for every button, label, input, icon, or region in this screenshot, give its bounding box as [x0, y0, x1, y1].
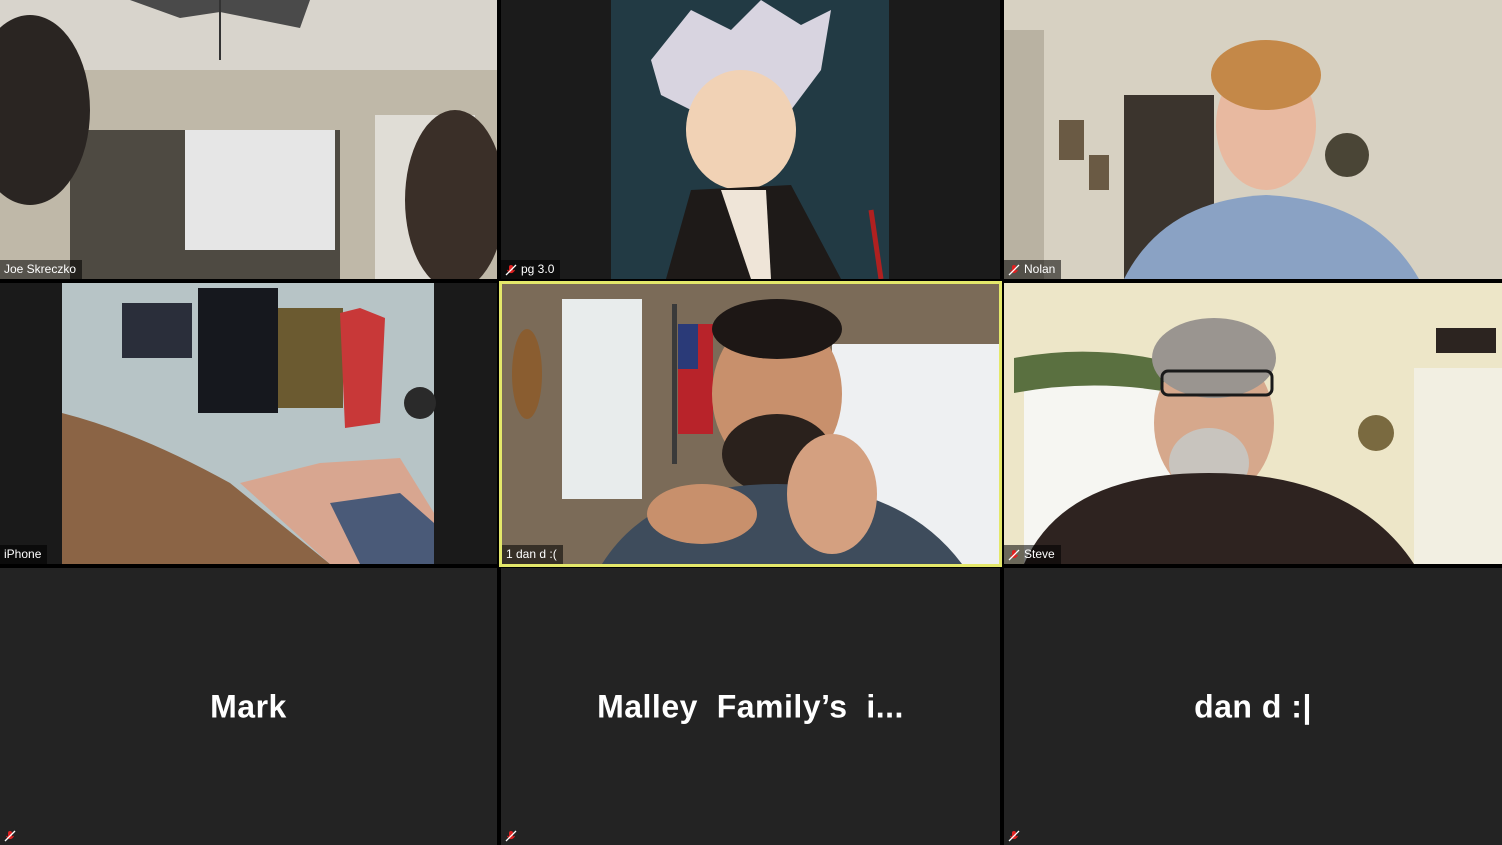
video-tile-steve[interactable]: Steve [1004, 283, 1502, 564]
participant-name-label: Nolan [1004, 260, 1062, 279]
participant-name: Joe Skreczko [4, 262, 77, 276]
participant-name-label: 1 dan d :( [502, 545, 563, 564]
video-feed [1004, 283, 1502, 564]
video-feed [502, 284, 999, 564]
participant-name: 1 dan d :( [506, 547, 557, 561]
video-off-tile-mark[interactable]: Mark [0, 568, 497, 845]
microphone-muted-icon [1008, 549, 1020, 560]
video-off-tile-malley-family[interactable]: Malley Family’s i... [501, 568, 1000, 845]
participant-name: iPhone [4, 547, 42, 561]
video-off-tile-dan-d[interactable]: dan d :| [1004, 568, 1502, 845]
video-feed [1004, 0, 1502, 279]
participant-name-display: Malley Family’s i... [597, 688, 904, 724]
participant-name-display: Mark [210, 688, 287, 724]
participant-name-label: Steve [1004, 545, 1061, 564]
participant-name: Steve [1024, 547, 1055, 561]
video-tile-nolan[interactable]: Nolan [1004, 0, 1502, 279]
microphone-muted-icon [1008, 830, 1020, 842]
participant-name-label: iPhone [0, 545, 48, 564]
participant-name-display: dan d :| [1194, 688, 1312, 724]
participant-name-label: Joe Skreczko [0, 260, 83, 279]
video-tile-dan-d-active-speaker[interactable]: 1 dan d :( [499, 281, 1002, 567]
video-tile-joe-skreczko[interactable]: Joe Skreczko [0, 0, 497, 279]
video-tile-iphone[interactable]: iPhone [0, 283, 497, 564]
microphone-muted-icon [4, 830, 16, 842]
microphone-muted-icon [1008, 264, 1020, 275]
participant-name: Nolan [1024, 262, 1056, 276]
microphone-muted-icon [505, 264, 517, 275]
video-tile-pg-3[interactable]: pg 3.0 [501, 0, 1000, 279]
participant-name: pg 3.0 [521, 262, 555, 276]
video-feed [501, 0, 1000, 279]
video-feed [0, 283, 497, 564]
participant-name-label: pg 3.0 [501, 260, 561, 279]
video-feed [0, 0, 497, 279]
microphone-muted-icon [505, 830, 517, 842]
